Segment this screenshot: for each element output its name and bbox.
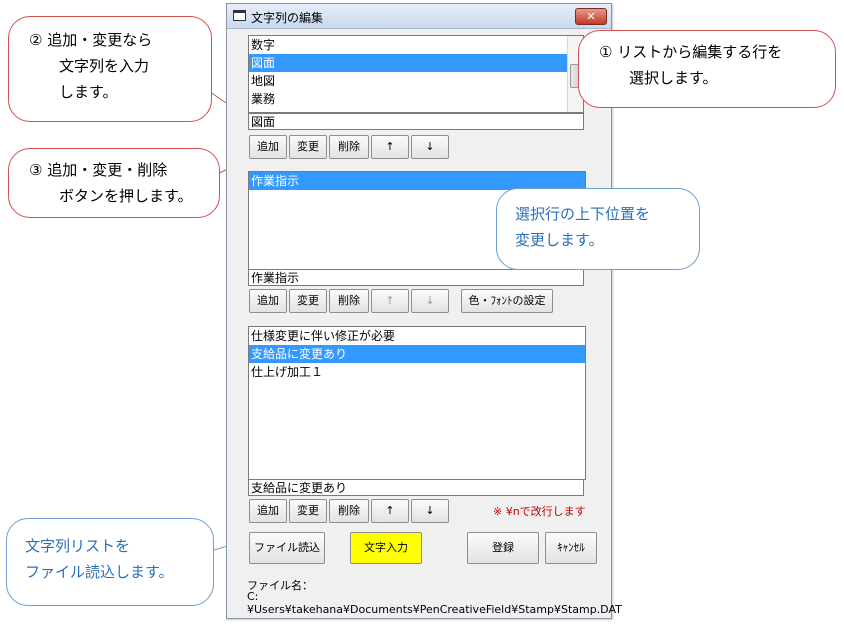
callout-text: 変更します。: [515, 231, 604, 249]
text-edit-field[interactable]: 支給品に変更あり: [248, 479, 584, 496]
register-button[interactable]: 登録: [467, 532, 539, 564]
callout-text: 選択します。: [629, 69, 718, 87]
move-down-button-1[interactable]: ↓: [411, 135, 449, 159]
add-button-3[interactable]: 追加: [249, 499, 287, 523]
close-button[interactable]: ✕: [575, 8, 607, 25]
callout-text: 文字列を入力: [59, 57, 150, 75]
add-button-2[interactable]: 追加: [249, 289, 287, 313]
file-read-button[interactable]: ファイル読込: [249, 532, 325, 564]
callout-text: ボタンを押します。: [59, 187, 193, 205]
list-item[interactable]: 数字: [249, 36, 583, 54]
callout-text: 文字列リストを: [25, 537, 131, 555]
move-down-button-2[interactable]: ↓: [411, 289, 449, 313]
move-up-button-3[interactable]: ↑: [371, 499, 409, 523]
delete-button-2[interactable]: 削除: [329, 289, 369, 313]
list-item-selected[interactable]: 支給品に変更あり: [249, 345, 585, 363]
callout-press-buttons: ③ 追加・変更・削除 ボタンを押します。: [8, 148, 220, 218]
callout-text: します。: [59, 83, 118, 101]
callout-input-text: ② 追加・変更なら 文字列を入力 します。: [8, 16, 212, 122]
category-edit-field[interactable]: 図面: [248, 113, 584, 130]
callout-text: ② 追加・変更なら: [29, 31, 153, 49]
newline-note: ※ ¥nで改行します: [493, 505, 586, 518]
list-item[interactable]: 地図: [249, 72, 583, 90]
list-item[interactable]: 仕様変更に伴い修正が必要: [249, 327, 585, 345]
change-button-2[interactable]: 変更: [289, 289, 327, 313]
callout-text: 選択行の上下位置を: [515, 205, 651, 223]
text-list[interactable]: 仕様変更に伴い修正が必要 支給品に変更あり 仕上げ加工１: [248, 326, 586, 480]
move-up-button-2[interactable]: ↑: [371, 289, 409, 313]
category-list[interactable]: 数字 図面 地図 業務: [248, 35, 584, 113]
move-down-button-3[interactable]: ↓: [411, 499, 449, 523]
window-icon: [233, 10, 246, 21]
list-item-selected[interactable]: 図面: [249, 54, 583, 72]
text-input-button[interactable]: 文字入力: [350, 532, 422, 564]
add-button-1[interactable]: 追加: [249, 135, 287, 159]
title-edit-field[interactable]: 作業指示: [248, 269, 584, 286]
filename-path: C:¥Users¥takehana¥Documents¥PenCreativeF…: [247, 590, 622, 616]
cancel-button[interactable]: ｷｬﾝｾﾙ: [545, 532, 597, 564]
callout-text: ③ 追加・変更・削除: [29, 161, 168, 179]
list-item[interactable]: 仕上げ加工１: [249, 363, 585, 381]
change-button-1[interactable]: 変更: [289, 135, 327, 159]
callout-move-row: 選択行の上下位置を 変更します。: [496, 188, 700, 270]
color-font-settings-button[interactable]: 色・ﾌｫﾝﾄの設定: [461, 289, 553, 313]
title-bar[interactable]: 文字列の編集 ✕: [227, 4, 611, 29]
delete-button-1[interactable]: 削除: [329, 135, 369, 159]
delete-button-3[interactable]: 削除: [329, 499, 369, 523]
change-button-3[interactable]: 変更: [289, 499, 327, 523]
move-up-button-1[interactable]: ↑: [371, 135, 409, 159]
edit-strings-dialog: 文字列の編集 ✕ 数字 図面 地図 業務 図面 追加 変更 削除 ↑ ↓ 作業指…: [226, 3, 622, 619]
list-item[interactable]: 業務: [249, 90, 583, 108]
callout-select-row: ① リストから編集する行を 選択します。: [578, 30, 836, 108]
callout-text: ファイル読込します。: [25, 563, 174, 581]
callout-file-read: 文字列リストを ファイル読込します。: [6, 518, 214, 606]
callout-text: ① リストから編集する行を: [599, 43, 783, 61]
window-title: 文字列の編集: [251, 11, 324, 25]
